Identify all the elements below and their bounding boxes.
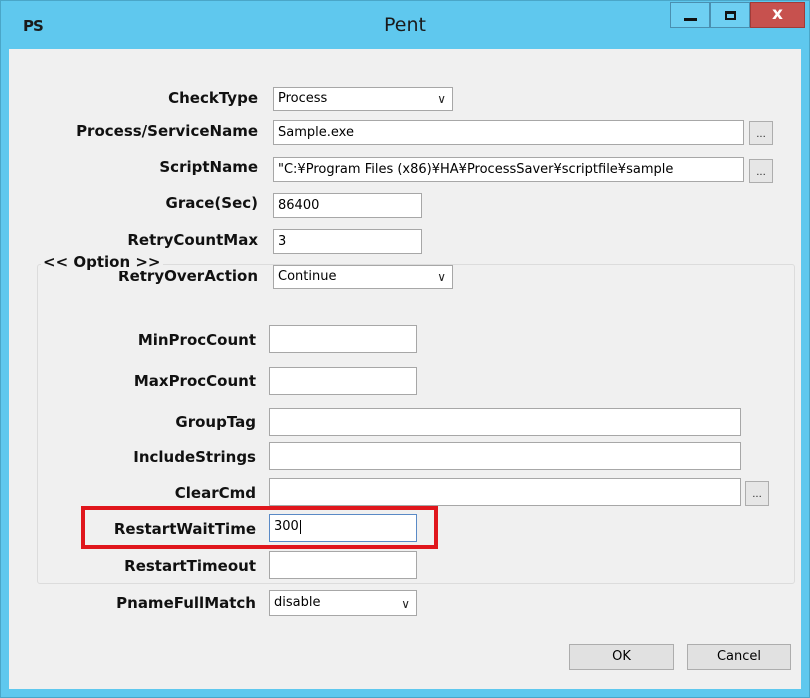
group-tag-label: GroupTag [175,413,256,431]
grace-sec-label: Grace(Sec) [165,194,258,212]
process-service-name-browse-button[interactable]: ... [749,121,773,145]
script-name-browse-button[interactable]: ... [749,159,773,183]
check-type-label: CheckType [168,89,258,107]
script-name-field[interactable]: "C:¥Program Files (x86)¥HA¥ProcessSaver¥… [273,157,744,182]
chevron-down-icon: ∨ [401,597,410,611]
cancel-button[interactable]: Cancel [687,644,791,670]
pname-full-match-label: PnameFullMatch [116,594,256,612]
check-type-select[interactable]: Process ∨ [273,87,453,111]
grace-sec-field[interactable]: 86400 [273,193,422,218]
chevron-down-icon: ∨ [437,92,446,106]
pname-full-match-select[interactable]: disable ∨ [269,590,417,616]
group-tag-field[interactable] [269,408,741,436]
pname-full-match-value: disable [274,595,321,610]
minimize-button[interactable] [670,2,710,28]
process-service-name-field[interactable]: Sample.exe [273,120,744,145]
clear-cmd-field[interactable] [269,478,741,506]
close-button[interactable]: x [750,2,805,28]
max-proc-count-label: MaxProcCount [133,372,256,390]
min-proc-count-label: MinProcCount [137,331,256,349]
option-group-title: << Option >> [41,253,163,271]
restart-wait-time-highlight [81,506,438,549]
dialog-window: PS Pent x CheckType Process ∨ Process/Se… [0,0,810,698]
clear-cmd-browse-button[interactable]: ... [745,481,769,506]
title-bar[interactable]: PS Pent x [1,1,809,48]
maximize-button[interactable] [710,2,750,28]
check-type-value: Process [278,91,328,106]
script-name-label: ScriptName [159,158,258,176]
maximize-icon [725,11,736,20]
process-service-name-label: Process/ServiceName [76,122,258,140]
min-proc-count-field[interactable] [269,325,417,353]
retry-count-max-field[interactable]: 3 [273,229,422,254]
max-proc-count-field[interactable] [269,367,417,395]
restart-timeout-field[interactable] [269,551,417,579]
include-strings-field[interactable] [269,442,741,470]
restart-timeout-label: RestartTimeout [124,557,256,575]
retry-count-max-label: RetryCountMax [127,231,258,249]
close-icon: x [772,4,783,24]
clear-cmd-label: ClearCmd [174,484,256,502]
minimize-icon [684,18,697,21]
include-strings-label: IncludeStrings [133,448,256,466]
ok-button[interactable]: OK [569,644,674,670]
